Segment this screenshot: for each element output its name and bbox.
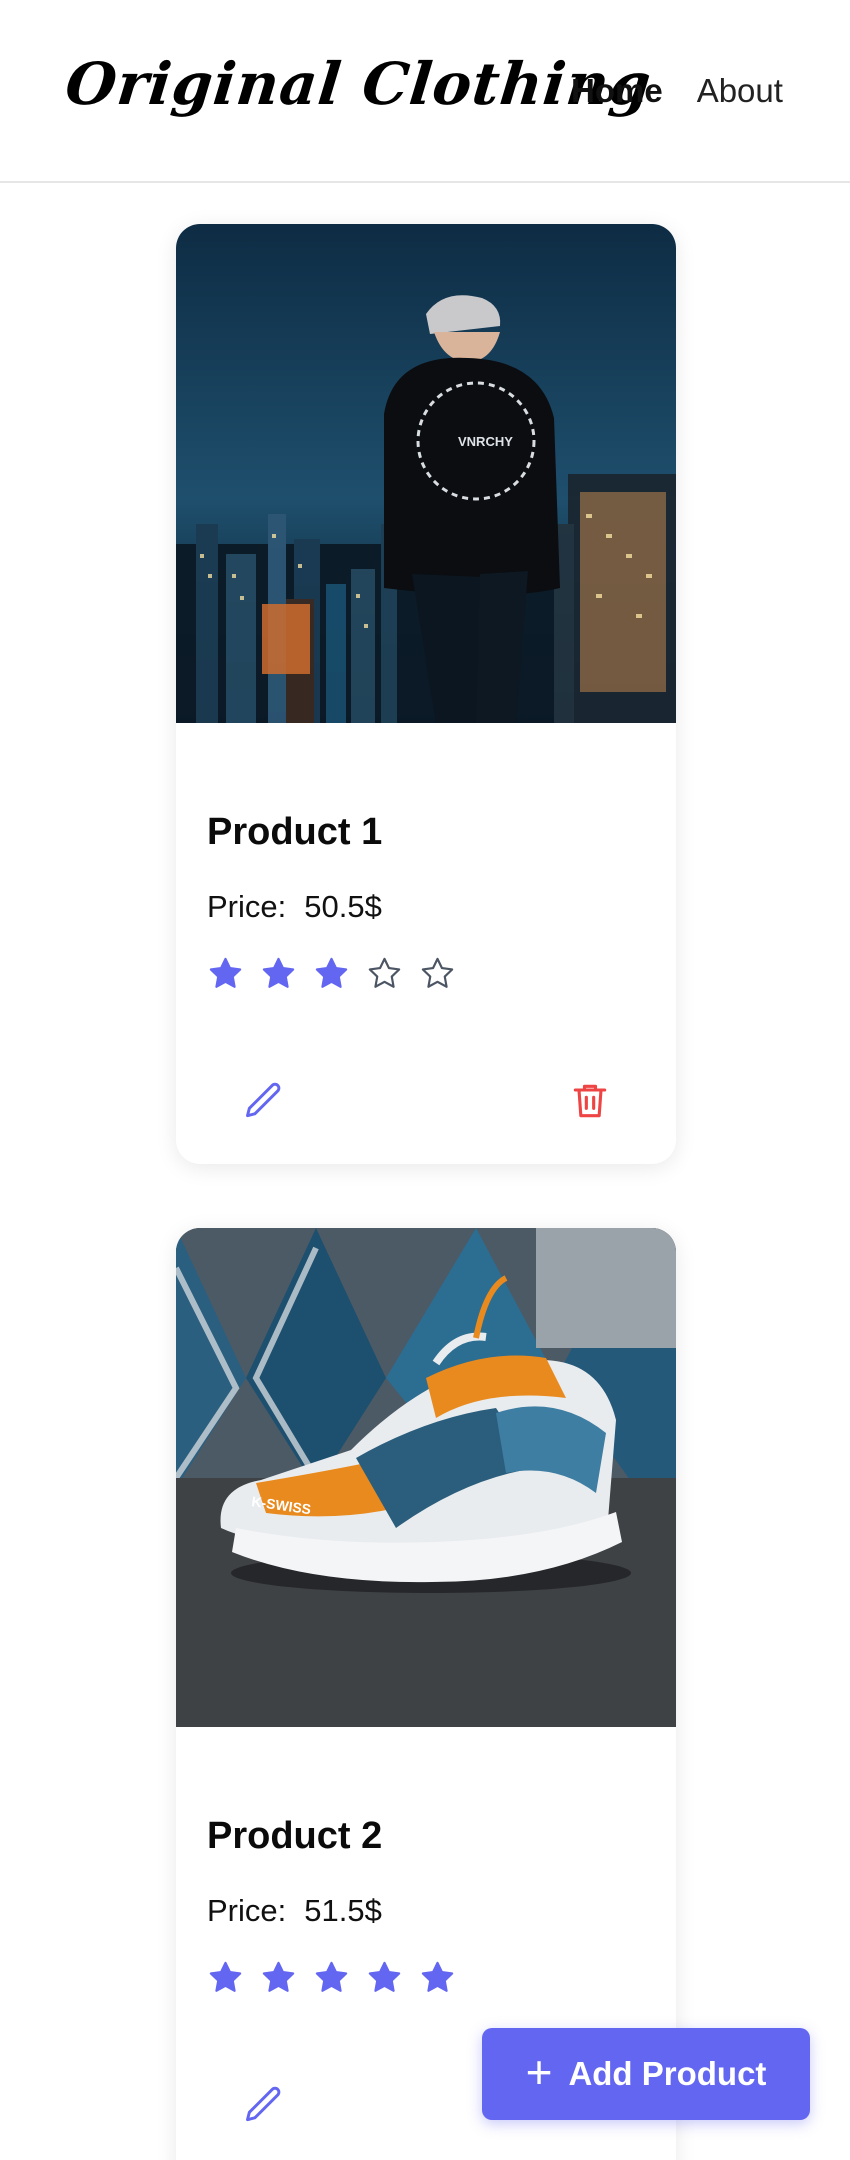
star-rating	[207, 955, 456, 992]
price-row: Price: 50.5$	[207, 889, 382, 925]
nav-home-link[interactable]: Home	[571, 72, 663, 110]
price-value: 51.5$	[304, 1893, 382, 1928]
add-product-label: Add Product	[568, 2055, 767, 2092]
price-label: Price:	[207, 1893, 287, 1928]
star-filled-icon[interactable]	[313, 955, 350, 992]
product-image: K-SWISS	[176, 1228, 676, 1727]
add-product-button[interactable]: + Add Product	[482, 2028, 810, 2120]
star-filled-icon[interactable]	[260, 955, 297, 992]
product-image: VNRCHY	[176, 224, 676, 723]
product-title: Product 1	[207, 811, 383, 853]
star-empty-icon[interactable]	[419, 955, 456, 992]
edit-pencil-icon[interactable]	[242, 2083, 286, 2127]
star-filled-icon[interactable]	[419, 1959, 456, 1996]
edit-pencil-icon[interactable]	[242, 1079, 286, 1123]
price-value: 50.5$	[304, 889, 382, 924]
star-filled-icon[interactable]	[260, 1959, 297, 1996]
star-filled-icon[interactable]	[207, 1959, 244, 1996]
plus-icon: +	[525, 2046, 553, 2098]
nav-about-link[interactable]: About	[697, 72, 783, 110]
star-filled-icon[interactable]	[313, 1959, 350, 1996]
star-filled-icon[interactable]	[366, 1959, 403, 1996]
hoodie-center-text: VNRCHY	[458, 434, 513, 449]
main-nav: Home About	[571, 72, 783, 110]
app-header: Original Clothing Home About	[0, 0, 850, 183]
brand-logo[interactable]: Original Clothing	[62, 50, 654, 118]
product-card: K-SWISS Product 2 Price: 51.5$	[176, 1228, 676, 2160]
product-title: Product 2	[207, 1815, 383, 1857]
delete-trash-icon[interactable]	[568, 1079, 612, 1123]
star-filled-icon[interactable]	[207, 955, 244, 992]
price-row: Price: 51.5$	[207, 1893, 382, 1929]
star-rating	[207, 1959, 456, 1996]
price-label: Price:	[207, 889, 287, 924]
star-empty-icon[interactable]	[366, 955, 403, 992]
product-card: VNRCHY Product 1 Price: 50.5$	[176, 224, 676, 1164]
